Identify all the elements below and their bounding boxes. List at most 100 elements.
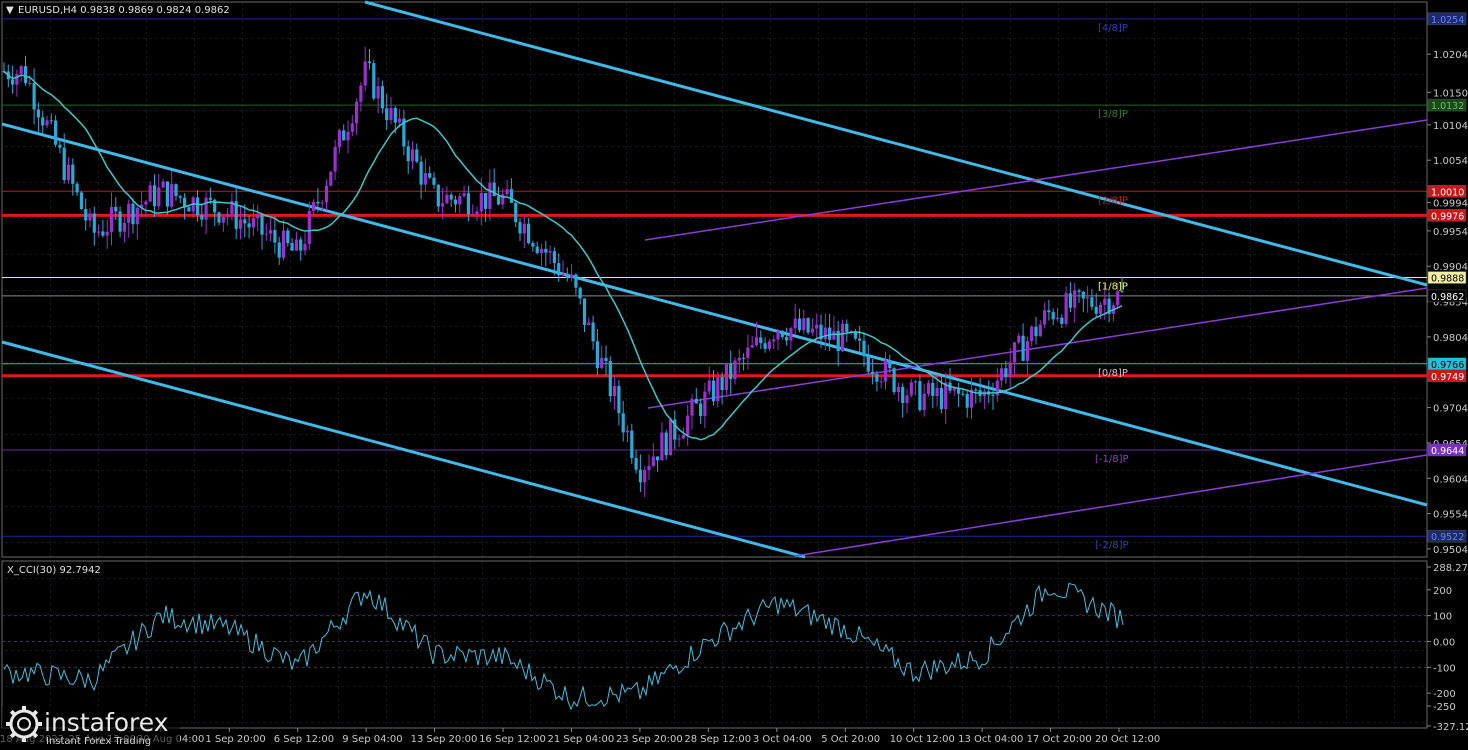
candle-body	[574, 274, 578, 288]
indicator-title: X_CCI(30) 92.7942	[7, 565, 101, 576]
candle-body	[660, 432, 664, 461]
candle-body	[514, 202, 518, 223]
candle-body	[699, 403, 703, 417]
candle-body	[1034, 326, 1038, 337]
candle-body	[496, 196, 501, 205]
candle-body	[522, 223, 526, 234]
candle-body	[71, 164, 75, 184]
price-tick-label: 0.9604	[1433, 474, 1468, 485]
candle-body	[75, 183, 79, 193]
candle-body	[251, 218, 255, 228]
candle-body	[376, 86, 380, 99]
candle-body	[195, 197, 200, 216]
candle-body	[810, 328, 814, 333]
price-tick-label: 1.0104	[1433, 121, 1468, 132]
brand-tagline: Instant Forex Trading	[46, 736, 151, 747]
price-tag-label: 1.0010	[1431, 187, 1464, 198]
candle-body	[131, 203, 135, 225]
time-tick-label: 5 Oct 20:00	[821, 734, 880, 745]
candle-body	[58, 144, 62, 148]
candle-body	[931, 382, 935, 396]
candle-body	[582, 298, 587, 325]
candle-body	[398, 118, 402, 123]
time-tick-label: 3 Oct 04:00	[753, 734, 812, 745]
time-tick-label: 13 Sep 20:00	[411, 734, 478, 745]
candle-body	[135, 207, 139, 225]
cci-tick-label: 100	[1433, 612, 1452, 623]
candle-body	[750, 345, 754, 348]
candle-body	[79, 192, 83, 210]
time-tick-label: 10 Oct 12:00	[890, 734, 955, 745]
candle-body	[217, 212, 221, 223]
candle-body	[630, 430, 634, 459]
candle-body	[965, 394, 969, 408]
candle-body	[561, 273, 565, 276]
candle-body	[733, 360, 737, 380]
candle-body	[638, 469, 642, 483]
candle-body	[419, 161, 423, 185]
candle-body	[1017, 335, 1021, 343]
candle-body	[290, 243, 294, 251]
murrey-label: [1/8]P	[1098, 282, 1128, 293]
candle-body	[1047, 310, 1051, 313]
candle-body	[1051, 312, 1055, 320]
candle-body	[15, 73, 19, 85]
cci-tick-label: -200	[1433, 689, 1456, 700]
candle-body	[312, 201, 316, 211]
candle-body	[643, 470, 647, 483]
candle-body	[264, 233, 268, 235]
price-tag-label: 0.9976	[1431, 211, 1464, 222]
candle-body	[423, 173, 427, 185]
cci-tick-label: -100	[1433, 663, 1456, 674]
candle-body	[797, 318, 802, 331]
candle-body	[1055, 317, 1060, 320]
candle-body	[531, 243, 535, 247]
candle-body	[578, 287, 582, 299]
candle-body	[148, 185, 152, 202]
candle-body	[389, 108, 393, 121]
candle-body	[372, 63, 376, 99]
price-tick-label: 0.9504	[1433, 545, 1468, 556]
price-panel	[1, 1, 1428, 558]
candle-body	[329, 171, 333, 186]
time-tick-label: 13 Oct 04:00	[958, 734, 1023, 745]
murrey-label: [3/8]P	[1098, 109, 1128, 120]
candle-body	[11, 79, 15, 85]
candle-body	[651, 456, 655, 466]
time-tick-label: 20 Oct 12:00	[1095, 734, 1160, 745]
candle-body	[518, 222, 522, 234]
price-tag-label: 0.9766	[1431, 360, 1464, 371]
candle-body	[681, 435, 685, 439]
price-tag-label: 1.0254	[1431, 15, 1464, 26]
candle-body	[165, 181, 169, 207]
candle-body	[28, 83, 32, 85]
candle-body	[1043, 310, 1047, 325]
candle-body	[552, 251, 556, 264]
candle-body	[1008, 362, 1012, 378]
candle-body	[122, 222, 126, 232]
price-tag-label: 0.9888	[1431, 274, 1464, 285]
chart-title-arrow: ▼	[6, 5, 14, 16]
candle-body	[888, 360, 892, 369]
candle-body	[294, 239, 298, 251]
candle-body	[127, 203, 131, 223]
chart-canvas[interactable]: [4/8]P [3/8]P [2/8]P [1/8]P [0/8]P [-1/8]P [-2…	[0, 0, 1468, 750]
candle-body	[707, 380, 711, 392]
candle-body	[187, 207, 191, 212]
candle-body	[724, 363, 728, 391]
candle-body	[1060, 317, 1064, 324]
candle-body	[647, 465, 651, 471]
candle-body	[277, 242, 281, 258]
candle-body	[776, 330, 780, 340]
candle-body	[49, 120, 53, 122]
candle-body	[428, 173, 432, 178]
candle-body	[539, 248, 544, 253]
candle-body	[109, 206, 114, 232]
candle-body	[686, 415, 690, 436]
candle-body	[772, 339, 776, 342]
candle-body	[742, 357, 746, 359]
price-tag-label: 1.0132	[1431, 101, 1464, 112]
candle-body	[1081, 291, 1085, 299]
candle-body	[746, 347, 750, 358]
candle-body	[221, 216, 225, 223]
